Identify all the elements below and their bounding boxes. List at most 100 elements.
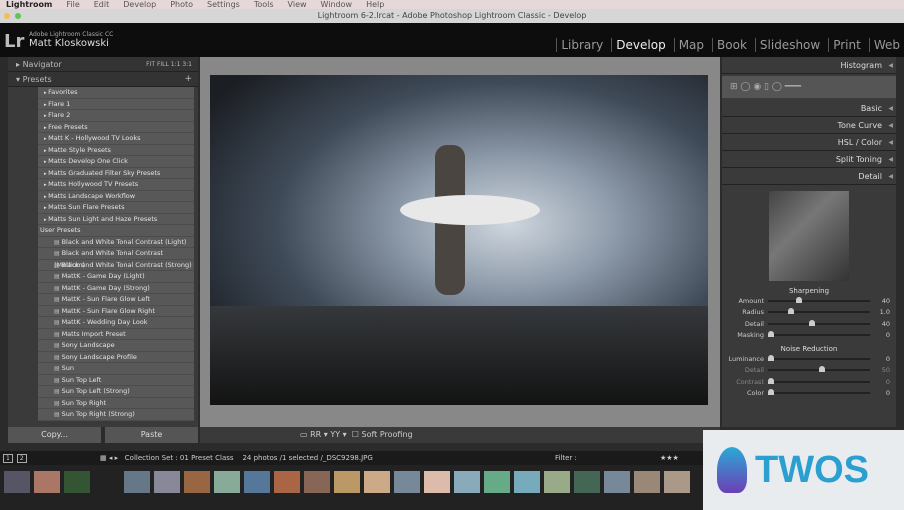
- module-print[interactable]: Print: [828, 38, 865, 52]
- preset-folder[interactable]: Matte Style Presets: [38, 145, 194, 156]
- soft-proofing-checkbox[interactable]: ☐: [352, 430, 359, 439]
- menu-tools[interactable]: Tools: [254, 0, 274, 9]
- filmstrip-thumbnail[interactable]: [274, 471, 300, 493]
- slider-track[interactable]: [768, 319, 870, 326]
- slider-detail[interactable]: Detail 40: [722, 318, 896, 330]
- filmstrip-thumbnail[interactable]: [304, 471, 330, 493]
- slider-thumb[interactable]: [768, 331, 774, 338]
- module-web[interactable]: Web: [868, 38, 904, 52]
- preset-item[interactable]: Black and White Tonal Contrast (Medium): [38, 248, 194, 269]
- filmstrip-thumbnail[interactable]: [184, 471, 210, 493]
- minimize-button[interactable]: [4, 13, 10, 19]
- filmstrip-thumbnail[interactable]: [664, 471, 690, 493]
- preset-item[interactable]: Sun Top Left: [38, 375, 194, 386]
- rating-filter[interactable]: ★★★: [660, 451, 679, 465]
- tool-strip[interactable]: ⊞ ◯ ◉ ▯ ◯ ━━━: [722, 76, 896, 98]
- panel-tone-curve[interactable]: Tone Curve: [722, 117, 896, 134]
- preset-folder[interactable]: Matts Hollywood TV Presets: [38, 179, 194, 191]
- filmstrip-thumbnail[interactable]: [64, 471, 90, 493]
- preset-item[interactable]: Black and White Tonal Contrast (Light): [38, 237, 194, 248]
- filmstrip-thumbnail[interactable]: [4, 471, 30, 493]
- filmstrip-thumbnail[interactable]: [544, 471, 570, 493]
- menu-view[interactable]: View: [288, 0, 307, 9]
- module-slideshow[interactable]: Slideshow: [754, 38, 824, 52]
- menu-file[interactable]: File: [66, 0, 79, 9]
- slider-masking[interactable]: Masking 0: [722, 330, 896, 342]
- preset-item[interactable]: Sun Top Right: [38, 398, 194, 409]
- panel-split-toning[interactable]: Split Toning: [722, 151, 896, 168]
- grid-icon[interactable]: ▦ ◂ ▸: [100, 454, 118, 462]
- module-map[interactable]: Map: [673, 38, 708, 52]
- menu-photo[interactable]: Photo: [170, 0, 193, 9]
- filmstrip-thumbnail[interactable]: [484, 471, 510, 493]
- preset-item[interactable]: Sun Top Left (Strong): [38, 386, 194, 398]
- before-after-icon[interactable]: RR ▾ YY ▾: [310, 430, 347, 439]
- preset-item[interactable]: MattK - Game Day (Light): [38, 271, 194, 283]
- preset-folder[interactable]: Matts Landscape Workflow: [38, 191, 194, 202]
- preset-item[interactable]: MattK - Sun Flare Glow Right: [38, 306, 194, 317]
- filmstrip-thumbnail[interactable]: [454, 471, 480, 493]
- filmstrip-thumbnail[interactable]: [124, 471, 150, 493]
- slider-value[interactable]: 1.0: [870, 308, 896, 316]
- preset-folder[interactable]: Flare 2: [38, 110, 194, 122]
- filmstrip-thumbnail[interactable]: [34, 471, 60, 493]
- preset-folder[interactable]: Flare 1: [38, 99, 194, 110]
- slider-track[interactable]: [768, 331, 870, 338]
- slider-value[interactable]: 50: [870, 366, 896, 374]
- preset-folder[interactable]: Matt K - Hollywood TV Looks: [38, 133, 194, 145]
- slider-thumb[interactable]: [788, 308, 795, 315]
- slider-value[interactable]: 40: [870, 320, 896, 328]
- filmstrip-thumbnail[interactable]: [514, 471, 540, 493]
- slider-radius[interactable]: Radius 1.0: [722, 307, 896, 319]
- preset-folder[interactable]: Free Presets: [38, 122, 194, 133]
- menu-settings[interactable]: Settings: [207, 0, 240, 9]
- preset-folder-user-presets[interactable]: User Presets: [38, 225, 194, 237]
- slider-amount[interactable]: Amount 40: [722, 295, 896, 307]
- preset-item[interactable]: Sony Landscape: [38, 340, 194, 352]
- slider-track[interactable]: [768, 354, 870, 361]
- preset-folder[interactable]: Matts Sun Light and Haze Presets: [38, 214, 194, 225]
- preset-folder[interactable]: Favorites: [38, 87, 194, 99]
- preset-item[interactable]: MattK - Game Day (Strong): [38, 283, 194, 294]
- module-book[interactable]: Book: [712, 38, 751, 52]
- slider-thumb[interactable]: [768, 377, 774, 384]
- slider-value[interactable]: 40: [870, 297, 896, 305]
- slider-luminance[interactable]: Luminance 0: [722, 353, 896, 365]
- menu-window[interactable]: Window: [321, 0, 353, 9]
- filmstrip-thumbnail[interactable]: [244, 471, 270, 493]
- slider-value[interactable]: 0: [870, 331, 896, 339]
- preset-item[interactable]: MattK - Wedding Day Look: [38, 317, 194, 329]
- detail-zoom-preview[interactable]: [769, 191, 849, 281]
- add-preset-icon[interactable]: +: [184, 72, 192, 87]
- panel-hsl-color[interactable]: HSL / Color: [722, 134, 896, 151]
- slider-track[interactable]: [768, 389, 870, 396]
- preset-item[interactable]: Sun: [38, 363, 194, 375]
- slider-thumb[interactable]: [768, 354, 774, 361]
- slider-track[interactable]: [768, 308, 870, 315]
- slider-color[interactable]: Color 0: [722, 388, 896, 400]
- slider-value[interactable]: 0: [870, 355, 896, 363]
- preset-item[interactable]: Black and White Tonal Contrast (Strong): [38, 260, 194, 271]
- panel-detail[interactable]: Detail: [722, 168, 896, 185]
- preset-item[interactable]: Matts Import Preset: [38, 329, 194, 340]
- menu-help[interactable]: Help: [366, 0, 384, 9]
- photo-count[interactable]: 24 photos /1 selected /_DSC9298.JPG: [242, 454, 372, 462]
- filmstrip-thumbnail[interactable]: [364, 471, 390, 493]
- filmstrip-thumbnail[interactable]: [604, 471, 630, 493]
- preset-folder[interactable]: Matts Graduated Filter Sky Presets: [38, 168, 194, 179]
- slider-contrast[interactable]: Contrast 0: [722, 376, 896, 388]
- slider-thumb[interactable]: [768, 389, 774, 396]
- slider-thumb[interactable]: [808, 319, 815, 326]
- filmstrip-thumbnail[interactable]: [214, 471, 240, 493]
- monitor-1-button[interactable]: 1: [3, 454, 13, 463]
- slider-track[interactable]: [768, 377, 870, 384]
- filmstrip-thumbnail[interactable]: [574, 471, 600, 493]
- zoom-button[interactable]: [15, 13, 21, 19]
- slider-thumb[interactable]: [795, 296, 802, 303]
- menu-lightroom[interactable]: Lightroom: [6, 0, 52, 9]
- navigator-header[interactable]: ▸ Navigator FIT FILL 1:1 3:1: [8, 57, 198, 72]
- preset-item[interactable]: Sony Landscape Profile: [38, 352, 194, 363]
- filmstrip-thumbnail[interactable]: [634, 471, 660, 493]
- preset-folder[interactable]: Matts Develop One Click: [38, 156, 194, 168]
- panel-basic[interactable]: Basic: [722, 100, 896, 117]
